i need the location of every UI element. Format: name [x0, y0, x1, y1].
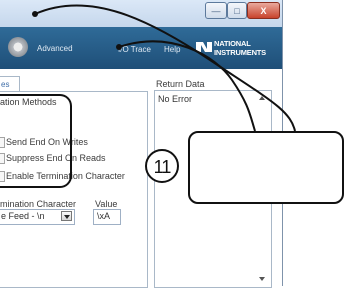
scroll-down-icon[interactable] [259, 277, 265, 281]
termination-character-select[interactable]: e Feed - \n [0, 209, 75, 225]
help-button[interactable]: Help [164, 45, 180, 54]
callout-box [188, 131, 344, 204]
ni-logo: NATIONAL INSTRUMENTS [196, 37, 276, 59]
return-data-label: Return Data [156, 79, 205, 89]
value-field[interactable]: \xA [93, 209, 121, 225]
close-button[interactable]: X [247, 2, 280, 19]
scroll-up-icon[interactable] [259, 96, 265, 100]
ni-logo-text: NATIONAL INSTRUMENTS [214, 39, 266, 57]
chevron-down-icon[interactable] [61, 211, 72, 221]
minimize-button[interactable]: — [205, 2, 227, 19]
termination-character-label: mination Character [0, 199, 77, 209]
maximize-button[interactable]: □ [227, 2, 247, 19]
title-bar: — □ X [0, 0, 282, 27]
value-label: Value [95, 199, 118, 209]
termination-methods-group [0, 94, 72, 188]
logo-line-2: INSTRUMENTS [214, 48, 266, 57]
tab-properties[interactable]: es [0, 76, 20, 91]
advanced-button[interactable]: Advanced [37, 44, 73, 53]
toolbar: Advanced I/O Trace Help NATIONAL INSTRUM… [0, 27, 282, 69]
value-field-text: \xA [97, 211, 111, 221]
io-trace-button[interactable]: I/O Trace [118, 45, 151, 54]
logo-line-1: NATIONAL [214, 39, 251, 48]
return-data-text: No Error [158, 94, 193, 104]
callout-number: 11 [145, 149, 179, 183]
gear-icon[interactable] [8, 37, 28, 57]
eagle-logo-icon [196, 42, 212, 52]
termination-character-value: e Feed - \n [1, 211, 45, 221]
